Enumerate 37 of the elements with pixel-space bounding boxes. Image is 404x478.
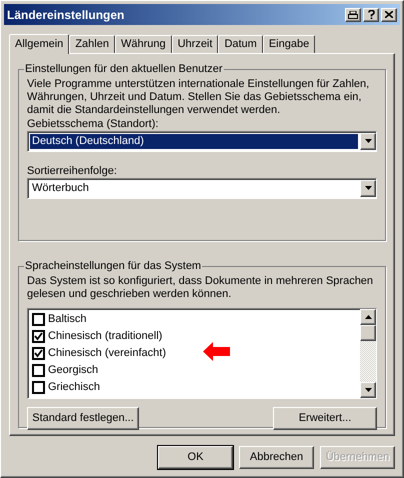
checkbox[interactable] [32, 330, 45, 342]
scroll-down-icon[interactable] [360, 382, 376, 398]
language-label[interactable]: Chinesisch (traditionell) [48, 328, 162, 344]
dialog-button[interactable]: Abbrechen [239, 446, 314, 469]
description-text: Viele Programme unterstützen internationale Einstellungen für Zahlen, Währungen, Uhrzeit und Datum. Stellen Sie das Gebietsschema ein, damit die Standardeinstellungen verwendet werden. [27, 78, 370, 116]
close-icon[interactable] [381, 8, 397, 22]
checkbox[interactable] [32, 312, 45, 326]
language-label[interactable]: Georgisch [48, 362, 98, 378]
language-label[interactable]: Chinesisch (vereinfacht) [48, 344, 166, 362]
dialog-button[interactable]: Standard festlegen... [27, 406, 139, 430]
checkbox[interactable] [32, 364, 45, 376]
field-label: Gebietsschema (Standort): [27, 118, 160, 130]
tab[interactable]: Zahlen [69, 35, 115, 53]
checkbox[interactable] [32, 346, 45, 360]
description-text: Das System ist so konfiguriert, dass Dokumente in mehreren Sprachen gelesen und geschrieben werden können. [27, 274, 374, 300]
print-icon[interactable] [345, 8, 361, 22]
dialog-button[interactable]: OK [158, 446, 233, 469]
dropdown-field[interactable]: Deutsch (Deutschland) [27, 130, 377, 152]
scroll-thumb[interactable] [360, 325, 376, 341]
tab[interactable]: Datum [218, 35, 263, 53]
tab[interactable]: Uhrzeit [172, 35, 218, 53]
tab[interactable]: Währung [114, 35, 172, 53]
arrow-icon [203, 342, 230, 360]
language-label[interactable]: Griechisch [48, 378, 100, 396]
field-label: Sortierreihenfolge: [27, 164, 118, 178]
group-title: Spracheinstellungen für das System [24, 259, 202, 274]
checkbox[interactable] [32, 380, 45, 394]
language-label[interactable]: Baltisch [48, 310, 87, 328]
scroll-up-icon[interactable] [360, 308, 376, 324]
tab[interactable]: Eingabe [262, 35, 316, 53]
help-icon[interactable] [363, 8, 379, 22]
dialog-button[interactable]: Erweitert... [273, 406, 377, 430]
scrollbar[interactable] [360, 308, 376, 398]
group-title: Einstellungen für den aktuellen Benutzer [24, 62, 224, 77]
window-title: Ländereinstellungen [7, 6, 126, 24]
tab[interactable]: Allgemein [9, 34, 70, 54]
dropdown-field[interactable]: Wörterbuch [27, 178, 377, 198]
